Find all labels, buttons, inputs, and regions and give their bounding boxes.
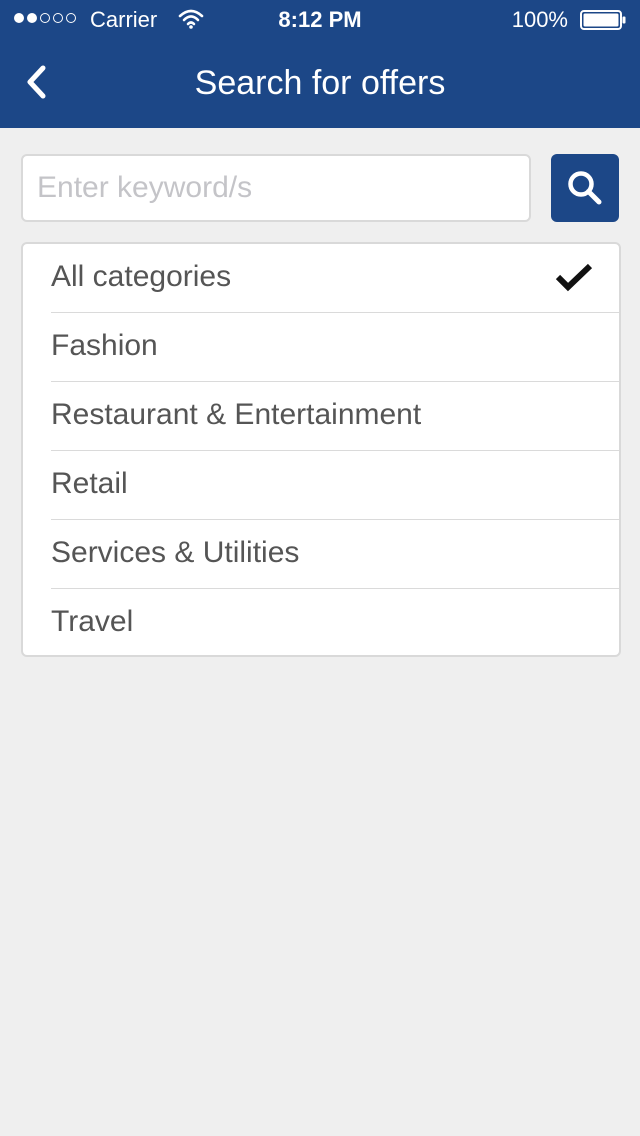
chevron-left-icon — [27, 65, 46, 99]
checkmark-icon — [555, 263, 593, 292]
nav-bar: Search for offers — [0, 40, 640, 128]
category-label: Restaurant & Entertainment — [51, 398, 422, 431]
category-label: All categories — [51, 260, 232, 293]
battery-percent: 100% — [511, 7, 568, 32]
category-item-retail[interactable]: Retail — [51, 451, 619, 520]
category-item-all-categories[interactable]: All categories — [51, 244, 619, 313]
category-list: All categories Fashion Restaurant & Ente… — [21, 242, 621, 657]
category-item-travel[interactable]: Travel — [51, 589, 619, 655]
category-label: Retail — [51, 467, 128, 500]
page-title: Search for offers — [194, 64, 446, 102]
category-item-fashion[interactable]: Fashion — [51, 313, 619, 382]
back-button[interactable] — [16, 60, 56, 104]
app-header: Carrier 8:12 PM 100% Search for offers — [0, 0, 640, 128]
battery-icon — [580, 10, 626, 30]
search-icon — [568, 171, 602, 205]
keyword-search-input[interactable] — [21, 154, 531, 222]
category-item-services-utilities[interactable]: Services & Utilities — [51, 520, 619, 589]
category-item-restaurant-entertainment[interactable]: Restaurant & Entertainment — [51, 382, 619, 451]
search-button[interactable] — [551, 154, 619, 222]
category-label: Services & Utilities — [51, 536, 300, 569]
category-label: Travel — [51, 605, 134, 638]
category-label: Fashion — [51, 329, 158, 362]
status-bar: Carrier 8:12 PM 100% — [0, 0, 640, 40]
